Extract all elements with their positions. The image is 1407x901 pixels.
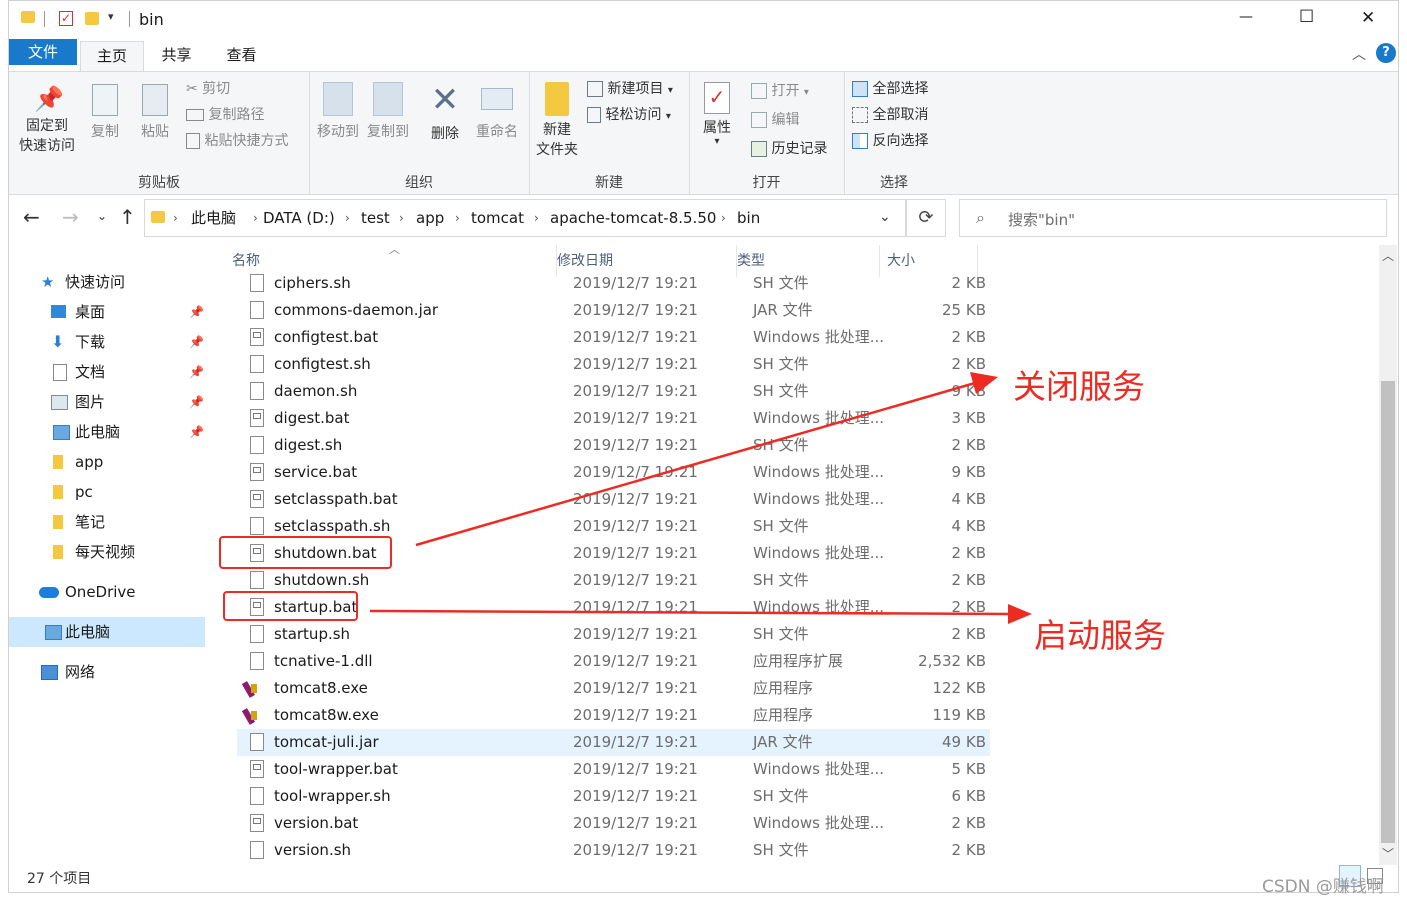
shutdown-arrow-line xyxy=(415,381,976,547)
annotation-arrows xyxy=(369,372,1032,624)
startup-arrowhead-icon xyxy=(1008,604,1032,624)
startup-annotation-label: 启动服务 xyxy=(1034,616,1166,655)
watermark: CSDN @赚钱啊 xyxy=(1262,877,1384,897)
shutdown-annotation-label: 关闭服务 xyxy=(1013,367,1145,406)
startup-arrow-line xyxy=(369,609,1011,616)
shutdown-arrowhead-icon xyxy=(970,372,998,394)
